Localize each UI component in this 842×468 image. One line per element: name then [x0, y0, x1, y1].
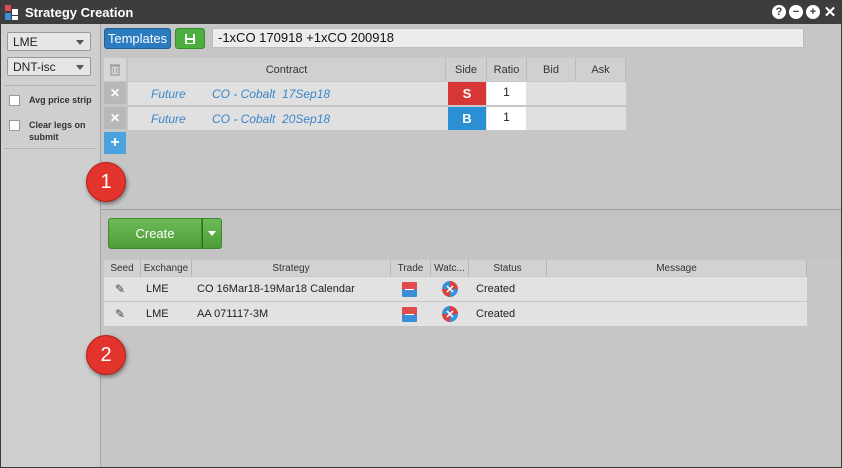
leg-ratio[interactable]: 1 [487, 82, 526, 105]
leg-type: Future [151, 111, 186, 126]
leg-side-buy[interactable]: B [448, 107, 486, 130]
legs-header-bid: Bid [527, 58, 576, 81]
create-button[interactable]: Create [108, 218, 202, 249]
help-icon[interactable]: ? [772, 5, 786, 19]
close-icon: ✕ [109, 111, 121, 125]
plus-icon: + [110, 134, 120, 151]
account-select-value: DNT-isc [13, 60, 56, 74]
col-exchange[interactable]: Exchange [141, 260, 192, 276]
col-message[interactable]: Message [547, 260, 807, 276]
leg-row: Future CO - Cobalt 20Sep18 B 1 [128, 107, 626, 130]
exchange-select[interactable]: LME [7, 32, 91, 51]
close-icon[interactable]: ✕ [823, 5, 837, 20]
save-icon [185, 33, 195, 44]
leg-contract[interactable]: CO - Cobalt 17Sep18 [212, 82, 330, 105]
table-row[interactable]: ✎ LME AA 071117-3M Created [104, 302, 807, 326]
row-exchange: LME [146, 283, 169, 295]
templates-button-label: Templates [107, 31, 168, 46]
strategy-creation-window: Strategy Creation ? − + ✕ LME DNT-isc Av… [0, 0, 842, 468]
remove-leg-button[interactable]: ✕ [104, 107, 126, 129]
close-icon: ✕ [109, 86, 121, 100]
trade-icon[interactable] [402, 306, 417, 322]
annotation-badge-1: 1 [86, 162, 126, 202]
remove-watch-icon[interactable] [442, 306, 458, 322]
legs-header-side: Side [446, 58, 487, 81]
avg-price-strip-option: Avg price strip [9, 94, 95, 106]
row-exchange: LME [146, 308, 169, 320]
title-bar: Strategy Creation ? − + ✕ [1, 1, 841, 24]
col-status[interactable]: Status [469, 260, 547, 276]
window-title: Strategy Creation [25, 5, 134, 20]
main-panel: Templates -1xCO 170918 +1xCO 200918 Cont… [101, 24, 841, 467]
save-button[interactable] [175, 28, 205, 49]
col-seed[interactable]: Seed [104, 260, 141, 276]
clear-legs-option: Clear legs on submit [9, 119, 95, 143]
row-status: Created [476, 283, 516, 295]
sidebar-divider [4, 85, 97, 86]
trash-icon [110, 64, 120, 76]
legs-header-contract: Contract [128, 58, 446, 81]
templates-button[interactable]: Templates [104, 28, 171, 49]
row-strategy: CO 16Mar18-19Mar18 Calendar [197, 283, 355, 295]
row-strategy: AA 071117-3M [197, 308, 269, 320]
row-status: Created [476, 308, 516, 320]
legs-header-ratio: Ratio [487, 58, 527, 81]
col-strategy[interactable]: Strategy [192, 260, 391, 276]
edit-icon[interactable]: ✎ [115, 302, 125, 326]
chevron-down-icon [76, 40, 84, 45]
clear-legs-checkbox[interactable] [9, 120, 20, 131]
leg-type: Future [151, 86, 186, 101]
col-watch[interactable]: Watc... [431, 260, 469, 276]
trade-icon[interactable] [402, 281, 417, 297]
delete-all-legs-button[interactable] [104, 58, 126, 81]
edit-icon[interactable]: ✎ [115, 277, 125, 301]
chevron-down-icon [76, 65, 84, 70]
leg-row: Future CO - Cobalt 17Sep18 S 1 [128, 82, 626, 105]
create-bar: Create [101, 210, 841, 258]
strategy-definition-input[interactable]: -1xCO 170918 +1xCO 200918 [212, 28, 804, 48]
create-button-label: Create [135, 226, 175, 241]
account-select[interactable]: DNT-isc [7, 57, 91, 76]
exchange-select-value: LME [13, 35, 38, 49]
avg-price-strip-label: Avg price strip [29, 95, 92, 105]
clear-legs-label: Clear legs on submit [29, 120, 86, 142]
legs-header-ask: Ask [576, 58, 626, 81]
create-options-dropdown[interactable] [202, 218, 222, 249]
add-leg-button[interactable]: + [104, 132, 126, 154]
remove-watch-icon[interactable] [442, 281, 458, 297]
minimize-icon[interactable]: − [789, 5, 803, 19]
avg-price-strip-checkbox[interactable] [9, 95, 20, 106]
sidebar: LME DNT-isc Avg price strip Clear legs o… [1, 24, 101, 467]
leg-contract[interactable]: CO - Cobalt 20Sep18 [212, 107, 330, 130]
window-controls: ? − + ✕ [772, 5, 837, 20]
app-logo-icon [5, 5, 18, 20]
sidebar-divider [4, 148, 97, 149]
annotation-badge-2: 2 [86, 335, 126, 375]
maximize-icon[interactable]: + [806, 5, 820, 19]
col-trade[interactable]: Trade [391, 260, 431, 276]
chevron-down-icon [208, 231, 216, 236]
remove-leg-button[interactable]: ✕ [104, 82, 126, 104]
leg-ratio[interactable]: 1 [487, 107, 526, 130]
leg-side-sell[interactable]: S [448, 82, 486, 105]
table-row[interactable]: ✎ LME CO 16Mar18-19Mar18 Calendar Create… [104, 277, 807, 301]
